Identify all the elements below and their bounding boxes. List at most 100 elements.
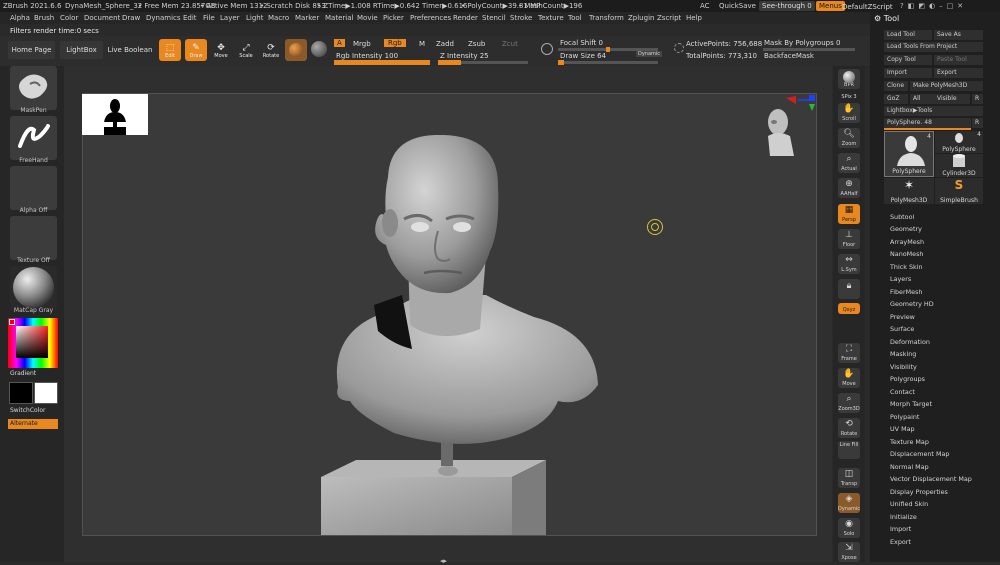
copy-tool-button[interactable]: Copy Tool — [884, 55, 932, 65]
lightbox-tools-button[interactable]: Lightbox▶Tools — [884, 106, 983, 116]
help-icon[interactable]: ? — [900, 2, 908, 10]
maximize-icon[interactable]: □ — [947, 2, 958, 10]
qxyz-button[interactable]: Qxyz — [838, 303, 860, 314]
menu-render[interactable]: Render — [453, 14, 478, 22]
zoom3d-button[interactable]: ⌕ Zoom3D — [838, 393, 860, 413]
menu-stroke[interactable]: Stroke — [510, 14, 532, 22]
subpalette-item-texture-map[interactable]: Texture Map — [890, 438, 929, 446]
stroke-button[interactable] — [10, 116, 57, 160]
material-sphere-button[interactable] — [285, 39, 307, 61]
edit-button[interactable]: ⬚ Edit — [159, 39, 181, 61]
home-page-button[interactable]: Home Page — [8, 41, 55, 59]
subpalette-item-nanomesh[interactable]: NanoMesh — [890, 250, 923, 258]
menu-zscript[interactable]: Zscript — [657, 14, 681, 22]
transp-button[interactable]: ◫ Transp — [838, 468, 860, 488]
load-tool-button[interactable]: Load Tool — [884, 30, 932, 40]
tool-thumb-simplebrush[interactable]: S SimpleBrush — [935, 178, 983, 204]
subpalette-item-layers[interactable]: Layers — [890, 275, 911, 283]
clone-button[interactable]: Clone — [884, 81, 908, 91]
zadd-toggle[interactable]: Zadd — [436, 40, 454, 48]
menu-help[interactable]: Help — [686, 14, 702, 22]
subpalette-item-vector-displacement-map[interactable]: Vector Displacement Map — [890, 475, 972, 483]
script-name[interactable]: DefaultZScript — [842, 3, 893, 11]
menu-draw[interactable]: Draw — [122, 14, 140, 22]
subpalette-item-thick-skin[interactable]: Thick Skin — [890, 263, 923, 271]
dynamic-toggle[interactable]: Dynamic — [636, 51, 663, 57]
alpha-button[interactable] — [10, 166, 57, 210]
subpalette-item-visibility[interactable]: Visibility — [890, 363, 917, 371]
close-icon[interactable]: ✕ — [957, 2, 967, 10]
subpalette-item-contact[interactable]: Contact — [890, 388, 915, 396]
export-button[interactable]: Export — [934, 68, 983, 78]
mask-polygroups-track[interactable] — [763, 48, 855, 51]
subpalette-item-fibermesh[interactable]: FiberMesh — [890, 288, 922, 296]
menu-brush[interactable]: Brush — [34, 14, 54, 22]
frame-button[interactable]: ⛶ Frame — [838, 343, 860, 363]
visible-button[interactable]: Visible — [934, 94, 970, 104]
subpalette-item-displacement-map[interactable]: Displacement Map — [890, 450, 949, 458]
menu-transform[interactable]: Transform — [589, 14, 624, 22]
tool-thumb-polysphere[interactable]: 4 PolySphere — [935, 131, 983, 153]
subpalette-item-masking[interactable]: Masking — [890, 350, 916, 358]
lightbox-button[interactable]: LightBox — [60, 41, 103, 59]
z-intensity-slider[interactable] — [438, 60, 528, 65]
rotate-view-button[interactable]: ⟲ Rotate — [838, 418, 860, 438]
scroll-handle-icon[interactable]: ◂▸ — [440, 557, 447, 565]
menu-color[interactable]: Color — [60, 14, 78, 22]
texture-button[interactable] — [10, 216, 57, 260]
save-as-button[interactable]: Save As — [934, 30, 983, 40]
load-tools-from-project-button[interactable]: Load Tools From Project — [884, 42, 983, 52]
spix-slider[interactable]: SPix 3 — [838, 91, 860, 101]
subpalette-item-uv-map[interactable]: UV Map — [890, 425, 915, 433]
menu-material[interactable]: Material — [325, 14, 353, 22]
menu-edit[interactable]: Edit — [183, 14, 197, 22]
scale-button[interactable]: ⤢ Scale — [235, 39, 257, 61]
subpalette-item-morph-target[interactable]: Morph Target — [890, 400, 932, 408]
subpalette-item-initialize[interactable]: Initialize — [890, 513, 917, 521]
rgb-intensity-slider[interactable] — [334, 60, 430, 65]
dynamic-button[interactable]: ◈ Dynamic — [838, 493, 860, 513]
subpalette-item-polypaint[interactable]: Polypaint — [890, 413, 919, 421]
a-toggle[interactable]: A — [334, 39, 345, 47]
palette-icon[interactable]: ◩ — [918, 2, 929, 10]
mask-by-polygroups-slider[interactable]: Mask By Polygroups 0 — [764, 39, 840, 47]
menu-file[interactable]: File — [203, 14, 215, 22]
subpalette-item-unified-skin[interactable]: Unified Skin — [890, 500, 928, 508]
rotate-button[interactable]: ⟳ Rotate — [260, 39, 282, 61]
menu-tool[interactable]: Tool — [568, 14, 582, 22]
tool-thumb-cylinder3d[interactable]: Cylinder3D — [935, 154, 983, 177]
m-toggle[interactable]: M — [419, 40, 425, 48]
quicksave-button[interactable]: QuickSave — [719, 2, 756, 10]
z-intensity-label[interactable]: Z Intensity 25 — [440, 52, 489, 60]
draw-size-slider[interactable] — [558, 60, 658, 65]
draw-button[interactable]: ✎ Draw — [185, 39, 207, 61]
color-icon[interactable]: ◐ — [929, 2, 939, 10]
goz-button[interactable]: GoZ — [884, 94, 908, 104]
navigator-thumbnail[interactable] — [82, 94, 148, 135]
import-button[interactable]: Import — [884, 68, 932, 78]
menu-document[interactable]: Document — [84, 14, 120, 22]
subpalette-item-normal-map[interactable]: Normal Map — [890, 463, 929, 471]
polysphere-slider[interactable]: PolySphere. 48 — [884, 118, 971, 128]
linefill-button[interactable]: Line Fill — [838, 441, 860, 459]
secondary-color-swatch[interactable] — [34, 382, 58, 404]
backface-mask-toggle[interactable]: BackfaceMask — [764, 52, 814, 60]
zsub-toggle[interactable]: Zsub — [468, 40, 485, 48]
minimize-icon[interactable]: – — [939, 2, 947, 10]
main-color-swatch[interactable] — [9, 382, 33, 404]
focal-shift-label[interactable]: Focal Shift 0 — [560, 39, 603, 47]
rgb-toggle[interactable]: Rgb — [384, 39, 406, 47]
zoom-button[interactable]: 🔍︎ Zoom — [838, 128, 860, 148]
color-square[interactable] — [16, 326, 48, 358]
persp-button[interactable]: ▦ Persp — [838, 204, 860, 224]
see-through-slider[interactable]: See-through 0 — [759, 1, 815, 11]
menu-macro[interactable]: Macro — [268, 14, 289, 22]
subpalette-item-deformation[interactable]: Deformation — [890, 338, 930, 346]
subpalette-item-display-properties[interactable]: Display Properties — [890, 488, 948, 496]
menu-stencil[interactable]: Stencil — [482, 14, 506, 22]
subpalette-item-geometry-hd[interactable]: Geometry HD — [890, 300, 934, 308]
r-button[interactable]: R — [972, 94, 983, 104]
actual-button[interactable]: ⌕ Actual — [838, 153, 860, 173]
draw-size-label[interactable]: Draw Size 64 — [560, 52, 606, 60]
move-button[interactable]: ✥ Move — [210, 39, 232, 61]
